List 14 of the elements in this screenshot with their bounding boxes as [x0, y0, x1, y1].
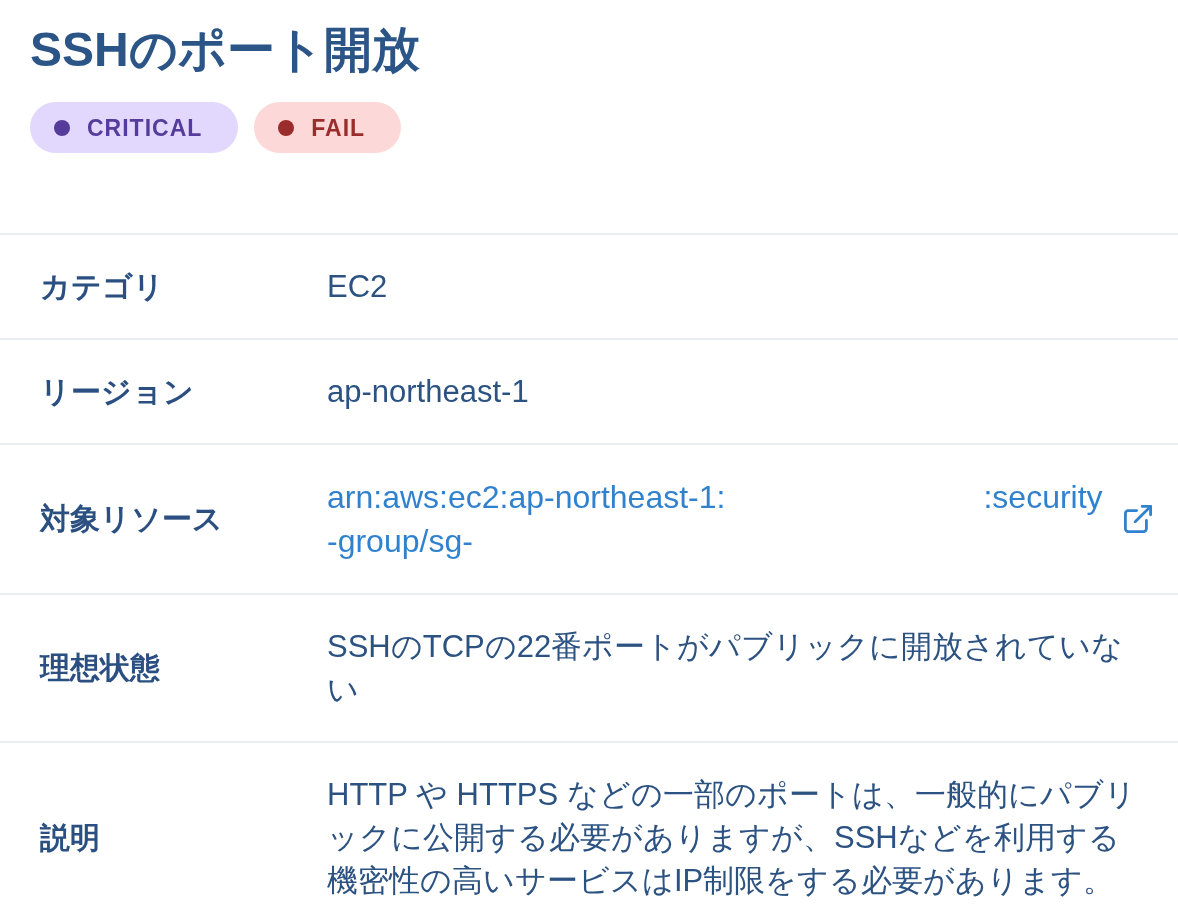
external-link-icon[interactable] — [1124, 505, 1152, 533]
field-label: カテゴリ — [40, 268, 164, 305]
field-label: リージョン — [40, 373, 194, 410]
field-value: SSHのTCPの22番ポートがパブリックに開放されていない — [327, 628, 1125, 709]
page-title: SSHのポート開放 — [30, 22, 421, 78]
status-label: FAIL — [311, 113, 366, 142]
status-label: CRITICAL — [87, 113, 203, 142]
field-label: 対象リソース — [40, 501, 223, 537]
field-value: EC2 — [327, 268, 388, 306]
resource-link[interactable]: arn:aws:ec2:ap-northeast-1: :security-group/sg- — [327, 475, 1110, 563]
field-label: 理想状態 — [40, 650, 160, 686]
field-value: HTTP や HTTPS などの一部のポートは、一般的にパブリックに公開する必要がありますが、SSHなどを利用する機密性の高いサービスはIP制限をする必要があります。 — [327, 776, 1137, 900]
field-label: 説明 — [40, 819, 100, 856]
field-value: ap-northeast-1 — [327, 373, 529, 411]
